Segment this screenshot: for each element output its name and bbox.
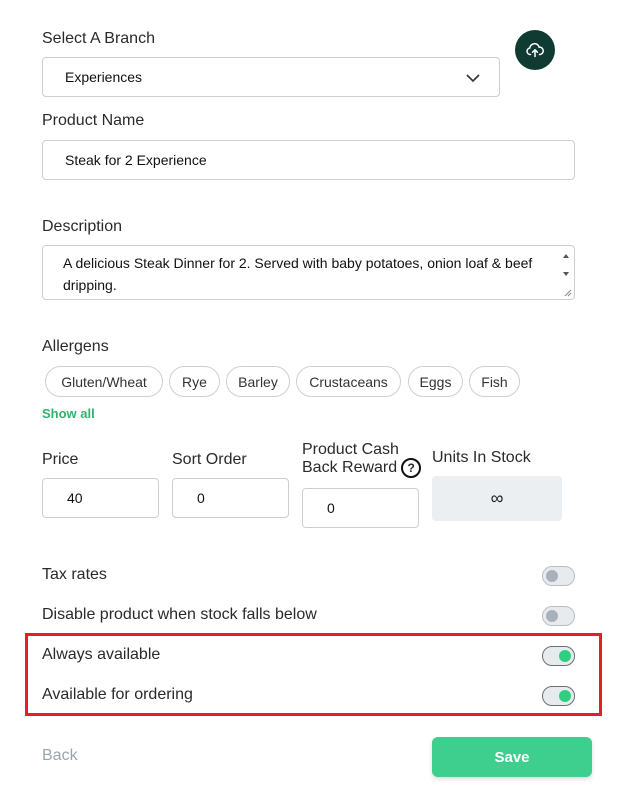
sort-order-label: Sort Order	[172, 451, 247, 468]
cashback-label: Product Cash Back Reward?	[302, 441, 422, 478]
cloud-upload-icon	[526, 42, 544, 58]
allergen-chip[interactable]: Gluten/Wheat	[45, 366, 163, 397]
toggle-knob	[546, 610, 558, 622]
allergen-chip[interactable]: Eggs	[408, 366, 463, 397]
allergen-chip[interactable]: Barley	[226, 366, 290, 397]
cashback-input[interactable]	[303, 489, 418, 527]
cashback-label-line2: Back Reward?	[302, 458, 422, 478]
description-label: Description	[42, 218, 123, 235]
cashback-field[interactable]	[302, 488, 419, 528]
available-ordering-toggle[interactable]	[542, 686, 575, 706]
product-name-label: Product Name	[42, 112, 145, 129]
resize-handle-icon[interactable]	[563, 288, 572, 297]
back-button[interactable]: Back	[42, 747, 78, 765]
branch-label: Select A Branch	[42, 30, 155, 47]
price-label: Price	[42, 451, 79, 468]
units-in-stock-display[interactable]: ∞	[432, 476, 562, 521]
description-field[interactable]: A delicious Steak Dinner for 2. Served w…	[42, 245, 575, 300]
always-available-label: Always available	[42, 646, 161, 663]
always-available-toggle[interactable]	[542, 646, 575, 666]
price-field[interactable]	[42, 478, 159, 518]
infinity-icon: ∞	[490, 488, 504, 508]
allergen-chip[interactable]: Crustaceans	[296, 366, 401, 397]
tax-rates-toggle[interactable]	[542, 566, 575, 586]
product-name-input[interactable]	[43, 141, 574, 179]
help-icon[interactable]: ?	[401, 458, 422, 478]
branch-select[interactable]: Experiences	[42, 57, 500, 97]
allergen-chip[interactable]: Rye	[169, 366, 220, 397]
price-input[interactable]	[43, 479, 158, 517]
toggle-knob	[559, 690, 571, 702]
sort-order-input[interactable]	[173, 479, 288, 517]
chevron-down-icon	[466, 74, 480, 83]
toggle-knob	[559, 650, 571, 662]
branch-select-value: Experiences	[65, 69, 143, 85]
cashback-label-line1: Product Cash	[302, 441, 399, 458]
sort-order-field[interactable]	[172, 478, 289, 518]
disable-product-label: Disable product when stock falls below	[42, 606, 317, 623]
toggle-knob	[546, 570, 558, 582]
allergen-chip[interactable]: Fish	[469, 366, 520, 397]
textarea-scrollbar[interactable]	[561, 250, 571, 280]
show-all-link[interactable]: Show all	[42, 406, 95, 421]
product-name-field[interactable]	[42, 140, 575, 180]
tax-rates-label: Tax rates	[42, 566, 107, 583]
cashback-label-line2-text: Back Reward	[302, 459, 398, 477]
upload-button[interactable]	[515, 30, 555, 70]
disable-product-toggle[interactable]	[542, 606, 575, 626]
description-textarea[interactable]: A delicious Steak Dinner for 2. Served w…	[43, 246, 574, 299]
available-ordering-label: Available for ordering	[42, 686, 193, 703]
allergens-label: Allergens	[42, 338, 109, 355]
save-button[interactable]: Save	[432, 737, 592, 777]
units-label: Units In Stock	[432, 449, 531, 466]
